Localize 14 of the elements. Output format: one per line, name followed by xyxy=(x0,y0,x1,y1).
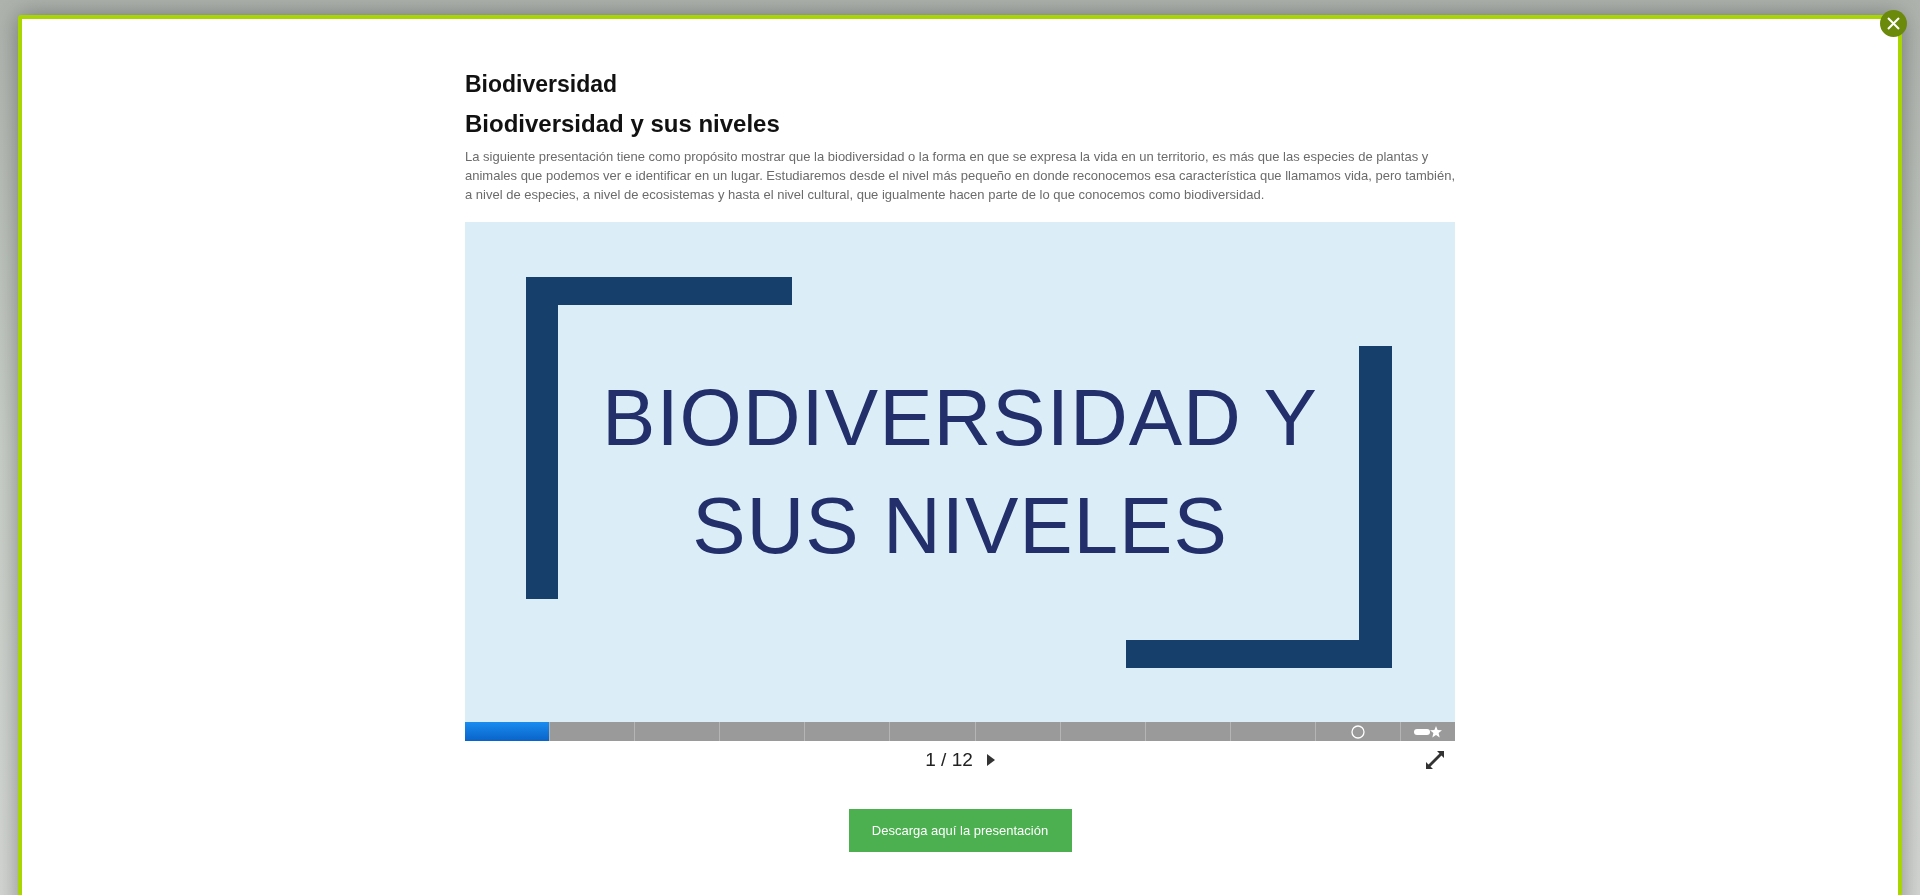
description-text: La siguiente presentación tiene como propósito mostrar que la biodiversidad o la forma en que se expresa la vida en un territorio, es más que las especies de plantas y animales que podemos ver e identificar en un lugar. Estudiaremos desde el nivel más pequeño en donde reconocemos esa característica que llamamos vida, pero también, a nivel de especies, a nivel de ecosistemas y hasta el nivel cultural, que igualmente hacen parte de lo que conocemos como biodiversidad. xyxy=(465,148,1455,204)
progress-track[interactable] xyxy=(465,722,1455,741)
close-icon xyxy=(1887,17,1900,30)
section-title: Biodiversidad y sus niveles xyxy=(465,109,781,139)
next-arrow-icon[interactable] xyxy=(986,754,995,766)
page-title: Biodiversidad xyxy=(465,70,619,99)
close-button[interactable] xyxy=(1880,10,1907,37)
download-button[interactable]: Descarga aquí la presentación xyxy=(848,809,1072,852)
circle-icon[interactable] xyxy=(1351,725,1365,739)
toggle-icon[interactable] xyxy=(1414,725,1443,738)
fullscreen-icon[interactable] xyxy=(1425,750,1445,770)
slide-title: SUS NIVELES xyxy=(692,480,1228,572)
slide-title: BIODIVERSIDAD Y xyxy=(602,372,1318,464)
page-counter: 1 / 12 xyxy=(925,747,973,772)
